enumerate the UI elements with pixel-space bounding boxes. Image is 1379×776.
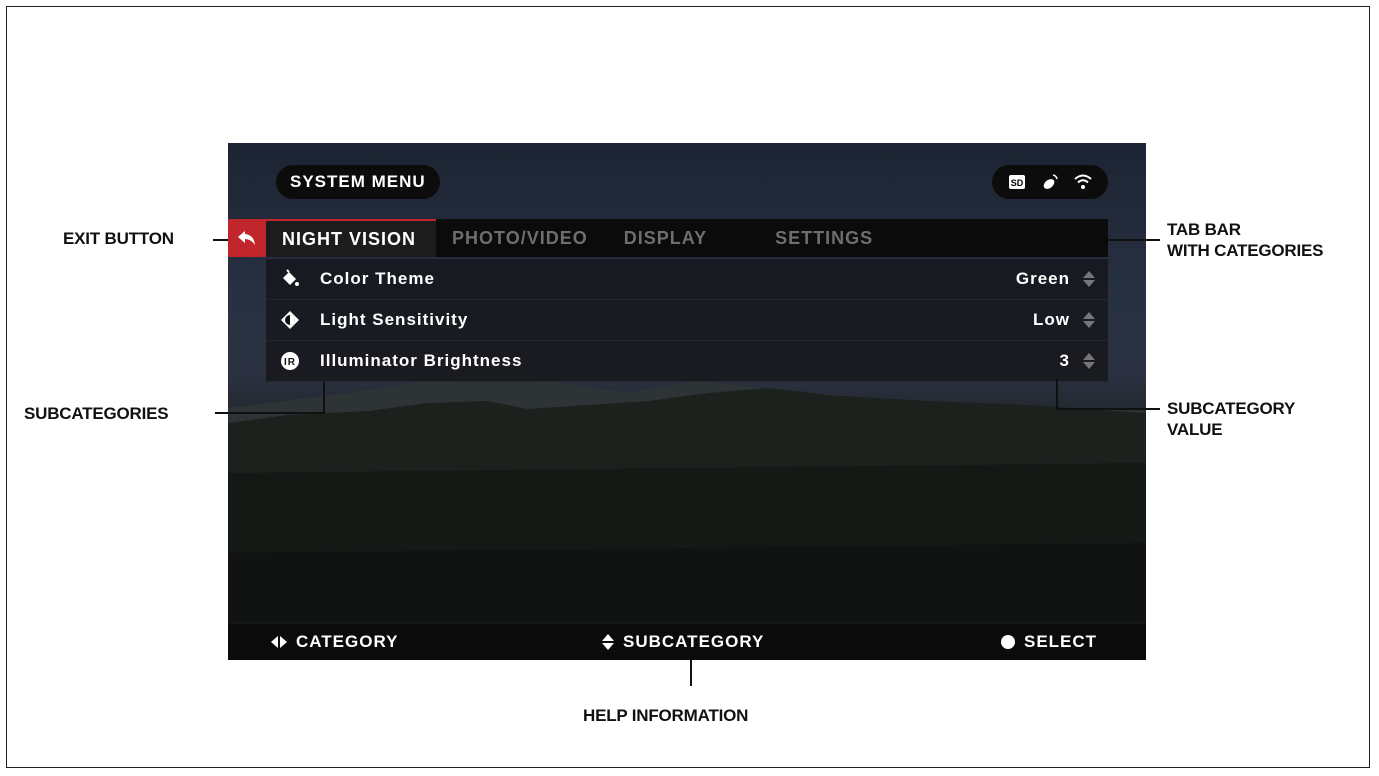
subcategory-label: Color Theme xyxy=(320,269,435,288)
leader-line xyxy=(215,412,325,414)
help-select-label: SELECT xyxy=(1024,632,1098,651)
tab-settings[interactable]: SETTINGS xyxy=(759,219,893,257)
subcategory-row-color-theme[interactable]: Color Theme Green xyxy=(266,259,1108,300)
wifi-icon xyxy=(1074,174,1092,189)
ir-icon: IR xyxy=(276,351,304,371)
annotation-subcategory-value-line1: SUBCATEGORY xyxy=(1167,399,1296,418)
help-subcategory: SUBCATEGORY xyxy=(601,624,764,660)
help-category-label: CATEGORY xyxy=(296,632,399,651)
subcategory-row-light-sensitivity[interactable]: Light Sensitivity Low xyxy=(266,300,1108,341)
subcategory-label: Light Sensitivity xyxy=(320,310,469,329)
help-category: CATEGORY xyxy=(270,624,398,660)
subcategory-label: Illuminator Brightness xyxy=(320,351,523,370)
device-screen: SYSTEM MENU SD NIGHT VISION PHOTO/VIDEO … xyxy=(228,143,1146,660)
leader-line xyxy=(323,382,325,414)
help-subcategory-label: SUBCATEGORY xyxy=(623,632,765,651)
tab-photo-video[interactable]: PHOTO/VIDEO xyxy=(436,219,608,257)
gps-signal-icon xyxy=(1043,174,1058,189)
up-down-arrow-icon xyxy=(1083,353,1095,369)
back-arrow-icon xyxy=(238,231,255,245)
up-down-arrow-icon xyxy=(602,634,614,650)
annotation-tab-bar-line2: WITH CATEGORIES xyxy=(1167,241,1324,260)
help-bar: CATEGORY SUBCATEGORY SELECT xyxy=(228,624,1146,660)
status-icons: SD xyxy=(992,165,1108,199)
up-down-arrow-icon xyxy=(1083,271,1095,287)
subcategory-value: 3 xyxy=(1059,351,1070,370)
annotation-help-information: HELP INFORMATION xyxy=(583,706,749,725)
leader-line xyxy=(1056,378,1058,410)
tab-night-vision[interactable]: NIGHT VISION xyxy=(266,219,437,257)
leader-line xyxy=(213,239,228,241)
up-down-arrow-icon xyxy=(1083,312,1095,328)
annotation-subcategory-value-line2: VALUE xyxy=(1167,420,1223,439)
exit-button[interactable] xyxy=(228,219,266,257)
subcategory-row-illuminator-brightness[interactable]: IR Illuminator Brightness 3 xyxy=(266,341,1108,382)
subcategory-value: Green xyxy=(1015,269,1070,288)
leader-line xyxy=(690,660,692,686)
svg-text:SD: SD xyxy=(1010,178,1023,188)
sd-card-icon: SD xyxy=(1008,175,1025,189)
help-select: SELECT xyxy=(1000,624,1097,660)
paint-bucket-icon xyxy=(276,269,304,289)
svg-text:IR: IR xyxy=(284,357,296,368)
contrast-icon xyxy=(276,310,304,330)
system-menu-title: SYSTEM MENU xyxy=(276,165,440,199)
left-right-arrow-icon xyxy=(271,636,287,648)
annotation-tab-bar-line1: TAB BAR xyxy=(1167,220,1241,239)
annotation-exit-button: EXIT BUTTON xyxy=(63,229,174,248)
leader-line xyxy=(1108,239,1160,241)
tab-display[interactable]: DISPLAY xyxy=(608,219,759,257)
circle-button-icon xyxy=(1001,635,1015,649)
annotation-subcategories: SUBCATEGORIES xyxy=(24,404,169,423)
tab-bar: NIGHT VISION PHOTO/VIDEO DISPLAY SETTING… xyxy=(228,219,1108,257)
leader-line xyxy=(1056,408,1160,410)
subcategory-value: Low xyxy=(1033,310,1070,329)
